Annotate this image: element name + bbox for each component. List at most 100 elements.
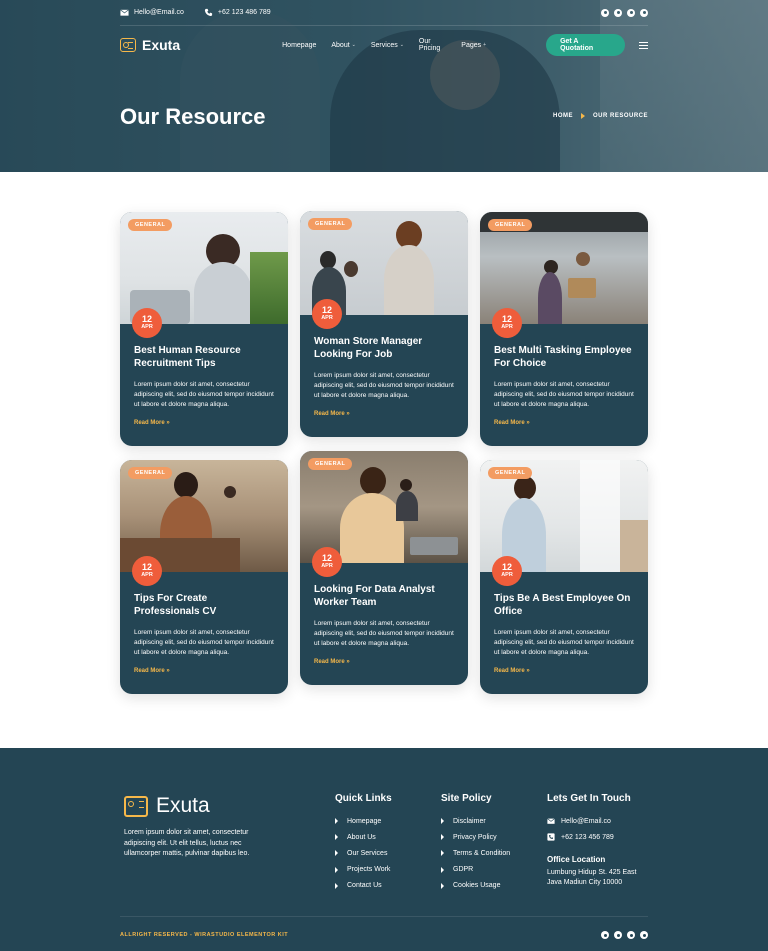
date-badge: 12 APR <box>132 308 162 338</box>
resource-card[interactable]: GENERAL 12 APR Tips Be A Best Employee On… <box>480 460 648 694</box>
footer-link-label: Disclaimer <box>453 817 486 825</box>
footer-bottom-bar: ALLRIGHT RESERVED - WIRASTUDIO ELEMENTOR… <box>120 916 648 939</box>
card-title[interactable]: Looking For Data Analyst Worker Team <box>314 583 454 609</box>
footer-link-about[interactable]: About Us <box>335 829 392 845</box>
brand-logo[interactable]: Exuta <box>120 37 180 53</box>
date-month: APR <box>501 572 513 579</box>
top-bar: Hello@Email.co +62 123 486 789 <box>120 0 648 26</box>
office-address: Lumbung Hidup St. 425 East Java Madiun C… <box>547 869 637 887</box>
date-month: APR <box>501 324 513 331</box>
footer-link-projects[interactable]: Projects Work <box>335 862 392 878</box>
resource-card[interactable]: GENERAL 12 APR Best Human Resource Recrui… <box>120 212 288 446</box>
topbar-email-text: Hello@Email.co <box>134 9 184 16</box>
phone-icon <box>547 833 555 841</box>
read-more-link[interactable]: Read More » <box>494 668 530 674</box>
footer-phone[interactable]: +62 123 456 789 <box>547 829 647 845</box>
youtube-icon[interactable] <box>627 8 635 17</box>
card-title[interactable]: Best Multi Tasking Employee For Choice <box>494 344 634 370</box>
caret-right-icon <box>441 866 444 873</box>
date-month: APR <box>141 572 153 579</box>
read-more-link[interactable]: Read More » <box>134 420 170 426</box>
get-quotation-button[interactable]: Get A Quotation <box>546 34 626 56</box>
footer-socials <box>601 931 648 939</box>
site-policy-column: Site Policy Disclaimer Privacy Policy Te… <box>441 793 510 894</box>
date-day: 12 <box>141 562 152 573</box>
card-excerpt: Lorem ipsum dolor sit amet, consectetur … <box>494 629 634 657</box>
date-badge: 12 APR <box>312 299 342 329</box>
brand-name: Exuta <box>142 37 181 53</box>
card-excerpt: Lorem ipsum dolor sit amet, consectetur … <box>494 381 634 409</box>
hero-banner: Hello@Email.co +62 123 486 789 Exuta Hom… <box>0 0 768 172</box>
read-more-link[interactable]: Read More » <box>494 420 530 426</box>
envelope-icon <box>120 9 129 16</box>
date-day: 12 <box>141 314 152 325</box>
twitter-icon[interactable] <box>614 8 622 17</box>
footer-link-disclaimer[interactable]: Disclaimer <box>441 813 510 829</box>
date-badge: 12 APR <box>492 308 522 338</box>
footer-email-text: Hello@Email.co <box>561 817 611 825</box>
hamburger-menu-icon[interactable] <box>639 41 648 49</box>
caret-right-icon <box>441 850 444 857</box>
card-tag: GENERAL <box>308 218 353 230</box>
office-location-title: Office Location <box>547 855 606 864</box>
facebook-icon[interactable] <box>601 931 609 939</box>
id-card-icon <box>120 38 136 52</box>
caret-right-icon <box>441 834 444 841</box>
caret-right-icon <box>335 850 338 857</box>
nav-item-about[interactable]: About ⌄ <box>331 38 356 52</box>
footer-link-label: Contact Us <box>347 882 382 890</box>
breadcrumb-home[interactable]: HOME <box>553 113 573 119</box>
caret-right-icon <box>441 882 444 889</box>
topbar-email[interactable]: Hello@Email.co <box>120 8 184 17</box>
footer-link-label: Homepage <box>347 817 382 825</box>
facebook-icon[interactable] <box>601 8 609 17</box>
card-title[interactable]: Tips For Create Professionals CV <box>134 592 274 618</box>
footer-email[interactable]: Hello@Email.co <box>547 813 647 829</box>
date-month: APR <box>321 315 333 322</box>
footer-link-cookies[interactable]: Cookies Usage <box>441 878 510 894</box>
resource-card[interactable]: GENERAL 12 APR Best Multi Tasking Employe… <box>480 212 648 446</box>
card-tag: GENERAL <box>128 467 173 479</box>
nav-item-pricing[interactable]: Our Pricing <box>419 38 446 52</box>
resource-card[interactable]: GENERAL 12 APR Looking For Data Analyst W… <box>300 451 468 685</box>
read-more-link[interactable]: Read More » <box>314 411 350 417</box>
footer-logo[interactable]: Exuta <box>124 794 210 818</box>
twitter-icon[interactable] <box>614 931 622 939</box>
nav-label: Pages <box>461 41 482 49</box>
pinterest-icon[interactable] <box>640 8 648 17</box>
footer-link-privacy[interactable]: Privacy Policy <box>441 829 510 845</box>
card-excerpt: Lorem ipsum dolor sit amet, consectetur … <box>314 620 454 648</box>
quick-links-title: Quick Links <box>335 793 392 804</box>
chevron-down-icon: ⌄ <box>399 42 404 48</box>
footer-link-gdpr[interactable]: GDPR <box>441 862 510 878</box>
topbar-phone[interactable]: +62 123 486 789 <box>204 8 271 17</box>
nav-item-services[interactable]: Services ⌄ <box>371 38 404 52</box>
nav-item-pages[interactable]: Pages + <box>461 38 486 52</box>
read-more-link[interactable]: Read More » <box>134 668 170 674</box>
resource-card[interactable]: GENERAL 12 APR Woman Store Manager Lookin… <box>300 211 468 437</box>
card-excerpt: Lorem ipsum dolor sit amet, consectetur … <box>134 381 274 409</box>
caret-right-icon <box>335 834 338 841</box>
card-title[interactable]: Tips Be A Best Employee On Office <box>494 592 634 618</box>
card-title[interactable]: Woman Store Manager Looking For Job <box>314 335 454 361</box>
footer-link-contact[interactable]: Contact Us <box>335 878 392 894</box>
footer-link-services[interactable]: Our Services <box>335 845 392 861</box>
footer-link-homepage[interactable]: Homepage <box>335 813 392 829</box>
footer-link-label: Privacy Policy <box>453 833 497 841</box>
resource-card[interactable]: GENERAL 12 APR Tips For Create Profession… <box>120 460 288 694</box>
footer-link-label: Terms & Condition <box>453 849 511 857</box>
read-more-link[interactable]: Read More » <box>314 659 350 665</box>
nav-item-homepage[interactable]: Homepage <box>282 38 316 52</box>
footer-phone-text: +62 123 456 789 <box>561 833 614 841</box>
pinterest-icon[interactable] <box>640 931 648 939</box>
site-policy-title: Site Policy <box>441 793 492 804</box>
topbar-socials <box>601 8 648 17</box>
date-day: 12 <box>501 314 512 325</box>
page-title: Our Resource <box>120 104 266 129</box>
card-title[interactable]: Best Human Resource Recruitment Tips <box>134 344 274 370</box>
footer-link-label: Our Services <box>347 849 388 857</box>
date-day: 12 <box>321 305 332 316</box>
date-month: APR <box>141 324 153 331</box>
footer-link-terms[interactable]: Terms & Condition <box>441 845 510 861</box>
youtube-icon[interactable] <box>627 931 635 939</box>
